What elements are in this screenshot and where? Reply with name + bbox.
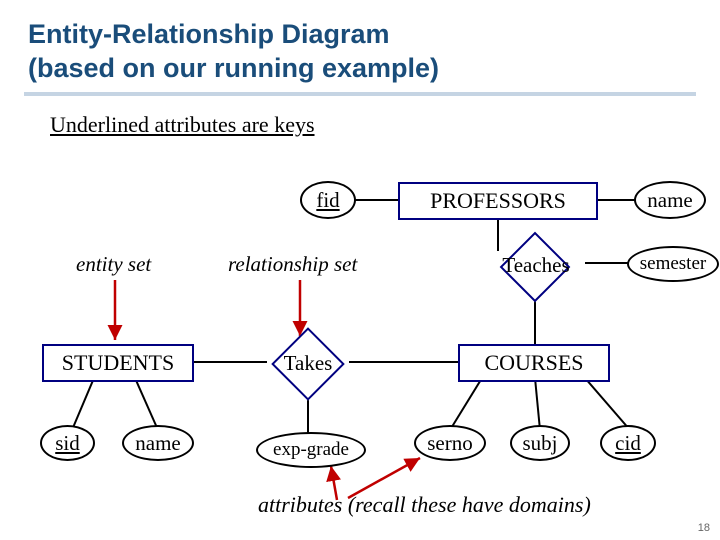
annot-entity-set: entity set [76, 252, 151, 277]
attr-prof-name: name [634, 181, 706, 219]
relationship-teaches-label: Teaches [490, 250, 582, 280]
relationship-takes-label: Takes [268, 348, 348, 378]
attr-sid: sid [40, 425, 95, 461]
entity-courses: COURSES [458, 344, 610, 382]
slide-number: 18 [698, 522, 710, 534]
attr-serno: serno [414, 425, 486, 461]
entity-students: STUDENTS [42, 344, 194, 382]
diagram-canvas: fid PROFESSORS name Teaches semester STU… [0, 0, 720, 540]
entity-professors: PROFESSORS [398, 182, 598, 220]
attr-exp-grade: exp-grade [256, 432, 366, 468]
footnote-attr-word: attributes [258, 492, 342, 517]
attr-fid: fid [300, 181, 356, 219]
annot-relationship-set: relationship set [228, 252, 357, 277]
footnote-rest: (recall these have domains) [342, 492, 590, 517]
attr-cid: cid [600, 425, 656, 461]
attr-stud-name: name [122, 425, 194, 461]
attr-subj: subj [510, 425, 570, 461]
footnote-attributes: attributes (recall these have domains) [258, 492, 591, 518]
attr-semester: semester [627, 246, 719, 282]
